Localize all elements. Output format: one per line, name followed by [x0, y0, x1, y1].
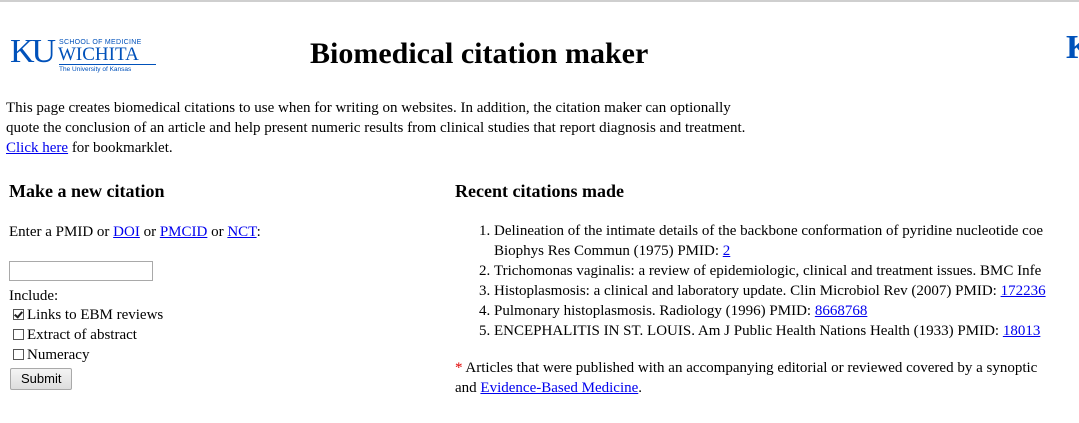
- edge-logo[interactable]: K: [1066, 28, 1079, 68]
- abstract-extract-checkbox[interactable]: [13, 329, 24, 340]
- recent-citations-list: Delineation of the intimate details of t…: [455, 221, 1079, 341]
- pmid-link[interactable]: 2: [723, 243, 731, 259]
- citation-text: ENCEPHALITIS IN ST. LOUIS. Am J Public H…: [494, 323, 1003, 339]
- ebm-reviews-checkbox[interactable]: [13, 309, 24, 320]
- logo-rule: [59, 64, 156, 65]
- logo-university: The University of Kansas: [59, 66, 132, 73]
- logo-initials: KU: [10, 33, 56, 70]
- list-item: Pulmonary histoplasmosis. Radiology (199…: [494, 301, 1079, 321]
- numeracy-checkbox[interactable]: [13, 349, 24, 360]
- footnote-line-2: and Evidence-Based Medicine.: [455, 378, 1079, 398]
- citation-text: Trichomonas vaginalis: a review of epide…: [494, 263, 1042, 279]
- ebm-reviews-label: Links to EBM reviews: [27, 307, 164, 323]
- abstract-extract-option[interactable]: Extract of abstract: [13, 325, 137, 345]
- citation-text: Histoplasmosis: a clinical and laborator…: [494, 283, 1001, 299]
- citation-source: Biophys Res Commun (1975) PMID:: [494, 243, 723, 259]
- list-item: Trichomonas vaginalis: a review of epide…: [494, 261, 1079, 281]
- id-prompt-prefix: Enter a PMID or: [9, 224, 114, 240]
- nct-link[interactable]: NCT: [227, 224, 256, 240]
- citation-source-line: Biophys Res Commun (1975) PMID: 2: [494, 241, 1079, 261]
- footnote-suffix: .: [638, 380, 643, 396]
- pmid-link[interactable]: 18013: [1003, 323, 1041, 339]
- footnote-prefix: and: [455, 380, 481, 396]
- list-item: ENCEPHALITIS IN ST. LOUIS. Am J Public H…: [494, 321, 1079, 341]
- list-item: Histoplasmosis: a clinical and laborator…: [494, 281, 1079, 301]
- footnote-text: Articles that were published with an acc…: [462, 360, 1038, 376]
- id-prompt: Enter a PMID or DOI or PMCID or NCT:: [9, 222, 261, 242]
- pmid-link[interactable]: 8668768: [815, 303, 868, 319]
- list-item: Delineation of the intimate details of t…: [494, 221, 1079, 261]
- or-text-2: or: [207, 224, 228, 240]
- intro-line-2: quote the conclusion of an article and h…: [6, 120, 746, 136]
- colon: :: [256, 224, 261, 240]
- bookmarklet-link[interactable]: Click here: [6, 140, 68, 156]
- footnote-line-1: * Articles that were published with an a…: [455, 358, 1079, 378]
- logo-campus: WICHITA: [58, 44, 139, 65]
- new-citation-heading: Make a new citation: [9, 181, 165, 201]
- bookmarklet-suffix: for bookmarklet.: [68, 140, 173, 156]
- abstract-extract-label: Extract of abstract: [27, 327, 137, 343]
- doi-link[interactable]: DOI: [113, 224, 140, 240]
- asterisk-marker: *: [455, 360, 463, 376]
- citation-text: Pulmonary histoplasmosis. Radiology (199…: [494, 303, 815, 319]
- numeracy-label: Numeracy: [27, 347, 90, 363]
- page-title: Biomedical citation maker: [310, 37, 649, 70]
- editorial-footnote: * Articles that were published with an a…: [455, 358, 1079, 398]
- ku-wichita-logo[interactable]: KU SCHOOL OF MEDICINE WICHITA The Univer…: [10, 33, 156, 73]
- ebm-journal-link[interactable]: Evidence-Based Medicine: [480, 380, 638, 396]
- pmcid-link[interactable]: PMCID: [160, 224, 208, 240]
- citation-text: Delineation of the intimate details of t…: [494, 223, 1043, 239]
- include-label: Include:: [9, 288, 59, 304]
- pmid-input[interactable]: [9, 261, 153, 281]
- bookmarklet-line: Click here for bookmarklet.: [6, 138, 806, 158]
- ebm-reviews-option[interactable]: Links to EBM reviews: [13, 305, 163, 325]
- pmid-link[interactable]: 172236: [1001, 283, 1046, 299]
- submit-button[interactable]: Submit: [10, 368, 73, 390]
- recent-citations-heading: Recent citations made: [455, 181, 624, 201]
- intro-line-1: This page creates biomedical citations t…: [6, 100, 731, 116]
- or-text-1: or: [139, 224, 160, 240]
- top-border: [0, 0, 1079, 2]
- intro-text: This page creates biomedical citations t…: [6, 98, 806, 158]
- numeracy-option[interactable]: Numeracy: [13, 345, 89, 365]
